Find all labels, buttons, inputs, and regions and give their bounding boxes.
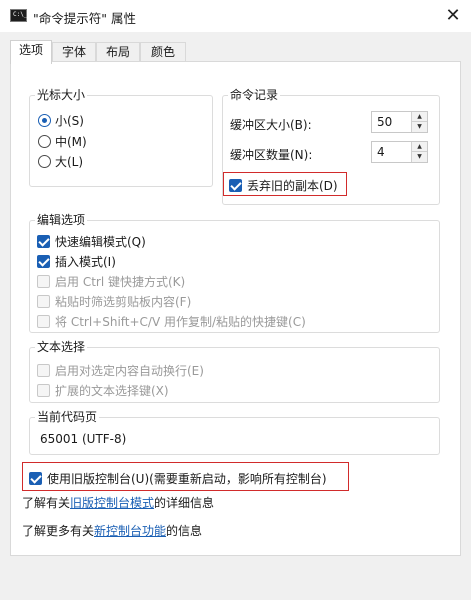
checkbox-label: 将 Ctrl+Shift+C/V 用作复制/粘贴的快捷键(C) bbox=[55, 315, 306, 329]
buffer-size-value[interactable]: 50 bbox=[377, 115, 392, 129]
tab-font[interactable]: 字体 bbox=[52, 42, 96, 63]
legacy-info-line: 了解有关旧版控制台模式的详细信息 bbox=[22, 494, 214, 511]
checkbox-quick-edit[interactable]: 快速编辑模式(Q) bbox=[37, 233, 146, 250]
checkbox-legacy-console[interactable]: 使用旧版控制台(U)(需要重新启动，影响所有控制台) bbox=[29, 470, 327, 487]
stepper-buttons: ▲ ▼ bbox=[411, 142, 427, 162]
checkbox-label: 启用 Ctrl 键快捷方式(K) bbox=[55, 275, 186, 289]
checkbox-checked-icon[interactable] bbox=[37, 255, 50, 268]
checkbox-disabled-icon bbox=[37, 315, 50, 328]
codepage-legend: 当前代码页 bbox=[35, 410, 100, 424]
checkbox-label: 启用对选定内容自动换行(E) bbox=[55, 364, 204, 378]
text-selection-legend: 文本选择 bbox=[35, 340, 88, 354]
legacy-info-suffix: 的详细信息 bbox=[154, 496, 215, 510]
console-app-icon: C:\_ bbox=[10, 9, 27, 22]
radio-cursor-medium[interactable]: 中(M) bbox=[38, 133, 87, 150]
radio-label: 大(L) bbox=[55, 155, 84, 169]
tab-layout[interactable]: 布局 bbox=[96, 42, 140, 63]
edit-options-legend: 编辑选项 bbox=[35, 213, 88, 227]
checkbox-extended-selection-keys: 扩展的文本选择键(X) bbox=[37, 382, 169, 399]
buffer-count-value[interactable]: 4 bbox=[377, 145, 385, 159]
radio-cursor-large[interactable]: 大(L) bbox=[38, 153, 83, 170]
window-title: "命令提示符" 属性 bbox=[33, 11, 136, 26]
checkbox-ctrl-shift-copy-paste: 将 Ctrl+Shift+C/V 用作复制/粘贴的快捷键(C) bbox=[37, 313, 306, 330]
buffer-size-stepper[interactable]: 50 ▲ ▼ bbox=[371, 111, 428, 133]
legacy-info-prefix: 了解有关 bbox=[22, 496, 71, 510]
checkbox-checked-icon[interactable] bbox=[37, 235, 50, 248]
checkbox-label: 快速编辑模式(Q) bbox=[55, 235, 146, 249]
new-features-info-line: 了解更多有关新控制台功能的信息 bbox=[22, 522, 202, 539]
checkbox-label: 丢弃旧的副本(D) bbox=[247, 179, 338, 193]
radio-label: 中(M) bbox=[55, 135, 87, 149]
tab-options[interactable]: 选项 bbox=[10, 40, 52, 64]
checkbox-line-wrap-selection: 启用对选定内容自动换行(E) bbox=[37, 362, 204, 379]
cursor-size-legend: 光标大小 bbox=[35, 88, 88, 102]
new-features-suffix: 的信息 bbox=[166, 524, 203, 538]
checkbox-checked-icon[interactable] bbox=[229, 179, 242, 192]
new-console-features-link[interactable]: 新控制台功能 bbox=[94, 524, 166, 538]
radio-label: 小(S) bbox=[55, 114, 84, 128]
checkbox-filter-clipboard: 粘贴时筛选剪贴板内容(F) bbox=[37, 293, 191, 310]
close-icon[interactable]: ✕ bbox=[440, 3, 466, 29]
checkbox-ctrl-shortcuts: 启用 Ctrl 键快捷方式(K) bbox=[37, 273, 185, 290]
console-icon-label: C:\_ bbox=[13, 11, 28, 18]
buffer-count-label: 缓冲区数量(N): bbox=[230, 148, 313, 162]
legacy-console-link[interactable]: 旧版控制台模式 bbox=[70, 496, 154, 510]
tab-colors[interactable]: 颜色 bbox=[140, 42, 186, 63]
radio-selected-icon[interactable] bbox=[38, 114, 51, 127]
stepper-up-icon[interactable]: ▲ bbox=[412, 112, 427, 122]
command-history-legend: 命令记录 bbox=[228, 88, 281, 102]
stepper-buttons: ▲ ▼ bbox=[411, 112, 427, 132]
checkbox-label: 粘贴时筛选剪贴板内容(F) bbox=[55, 295, 192, 309]
new-features-prefix: 了解更多有关 bbox=[22, 524, 95, 538]
radio-icon[interactable] bbox=[38, 155, 51, 168]
checkbox-disabled-icon bbox=[37, 364, 50, 377]
checkbox-disabled-icon bbox=[37, 295, 50, 308]
checkbox-disabled-icon bbox=[37, 275, 50, 288]
checkbox-label: 使用旧版控制台(U)(需要重新启动，影响所有控制台) bbox=[47, 472, 327, 486]
stepper-down-icon[interactable]: ▼ bbox=[412, 122, 427, 132]
checkbox-label: 扩展的文本选择键(X) bbox=[55, 384, 169, 398]
stepper-up-icon[interactable]: ▲ bbox=[412, 142, 427, 152]
checkbox-disabled-icon bbox=[37, 384, 50, 397]
buffer-size-label: 缓冲区大小(B): bbox=[230, 118, 312, 132]
radio-icon[interactable] bbox=[38, 135, 51, 148]
checkbox-label: 插入模式(I) bbox=[55, 255, 116, 269]
buffer-count-stepper[interactable]: 4 ▲ ▼ bbox=[371, 141, 428, 163]
radio-cursor-small[interactable]: 小(S) bbox=[38, 112, 84, 129]
checkbox-insert-mode[interactable]: 插入模式(I) bbox=[37, 253, 116, 270]
checkbox-discard-old[interactable]: 丢弃旧的副本(D) bbox=[229, 177, 338, 194]
stepper-down-icon[interactable]: ▼ bbox=[412, 152, 427, 162]
checkbox-checked-icon[interactable] bbox=[29, 472, 42, 485]
codepage-value: 65001 (UTF-8) bbox=[40, 432, 127, 446]
